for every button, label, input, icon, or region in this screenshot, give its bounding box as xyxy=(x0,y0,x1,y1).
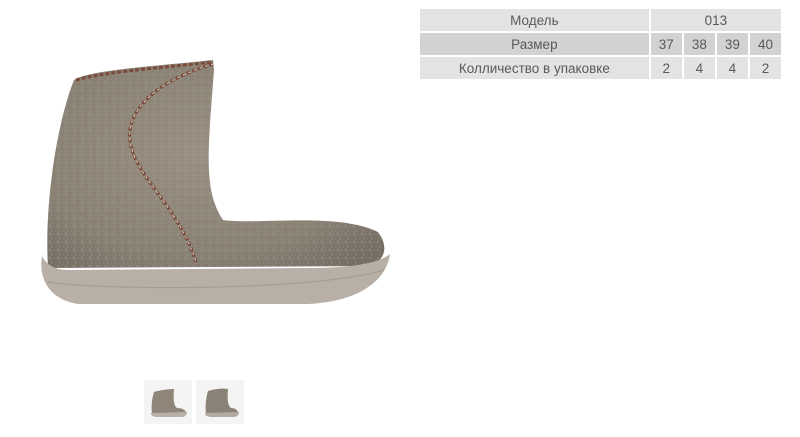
size-label: Размер xyxy=(420,33,649,55)
model-label: Модель xyxy=(420,9,649,31)
table-row-size: Размер 37 38 39 40 xyxy=(420,33,781,55)
table-row-quantity: Колличество в упаковке 2 4 4 2 xyxy=(420,57,781,79)
quantity-label: Колличество в упаковке xyxy=(420,57,649,79)
thumbnail-strip xyxy=(144,380,244,424)
felt-boot-thumb-icon xyxy=(205,388,239,417)
model-value: 013 xyxy=(650,9,781,31)
felt-boot-illustration xyxy=(41,60,391,304)
size-value: 39 xyxy=(716,33,748,55)
thumbnail-1[interactable] xyxy=(144,380,192,424)
thumbnail-2[interactable] xyxy=(196,380,244,424)
felt-boot-thumb-icon xyxy=(151,389,187,417)
size-value: 38 xyxy=(683,33,715,55)
quantity-value: 4 xyxy=(683,57,715,79)
quantity-value: 2 xyxy=(749,57,781,79)
product-specs-table: Модель 013 Размер 37 38 39 40 Колличеств… xyxy=(418,7,783,81)
table-row-model: Модель 013 xyxy=(420,9,781,31)
product-main-image xyxy=(8,0,404,374)
quantity-value: 4 xyxy=(716,57,748,79)
size-value: 37 xyxy=(650,33,682,55)
size-value: 40 xyxy=(749,33,781,55)
quantity-value: 2 xyxy=(650,57,682,79)
